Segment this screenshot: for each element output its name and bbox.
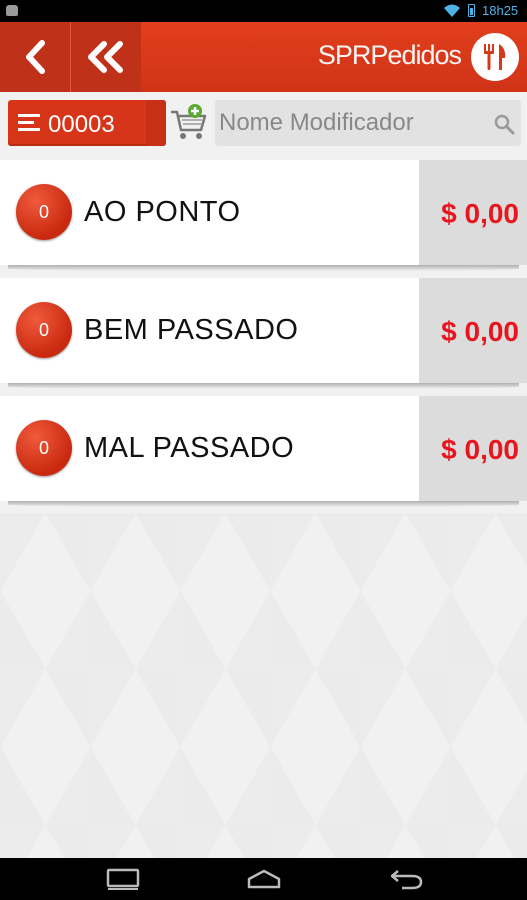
action-bar: SPRPedidos <box>0 22 527 92</box>
app-title: SPRPedidos <box>317 40 462 70</box>
system-nav-bar <box>0 858 527 900</box>
cart-add-icon[interactable] <box>169 104 209 142</box>
quantity-badge[interactable]: 0 <box>16 184 72 240</box>
quantity-badge[interactable]: 0 <box>16 302 72 358</box>
back-button[interactable] <box>0 22 71 92</box>
back-to-start-button[interactable] <box>71 22 141 92</box>
modifier-price: $ 0,00 <box>441 434 519 465</box>
order-button-edge <box>146 100 166 146</box>
recent-apps-icon[interactable] <box>106 867 140 891</box>
list-item[interactable]: 0 AO PONTO $ 0,00 <box>0 160 527 271</box>
quantity-badge[interactable]: 0 <box>16 420 72 476</box>
list-item[interactable]: 0 MAL PASSADO $ 0,00 <box>0 396 527 507</box>
modifier-price: $ 0,00 <box>441 316 519 347</box>
wifi-icon <box>444 4 460 17</box>
list-item[interactable]: 0 BEM PASSADO $ 0,00 <box>0 278 527 389</box>
status-bar: 18h25 <box>0 0 527 22</box>
order-number: 00003 <box>48 111 115 138</box>
modifier-price: $ 0,00 <box>441 198 519 229</box>
app-logo <box>471 33 519 81</box>
order-number-button[interactable]: 00003 <box>8 100 166 146</box>
fork-knife-icon <box>484 44 506 70</box>
menu-lines-icon <box>18 114 40 131</box>
price-cell: $ 0,00 <box>419 160 527 265</box>
clock: 18h25 <box>482 3 519 18</box>
battery-icon <box>468 4 475 17</box>
search-input[interactable] <box>219 100 489 146</box>
modifier-name: BEM PASSADO <box>84 314 299 346</box>
modifier-name: AO PONTO <box>84 196 241 228</box>
search-box <box>215 100 521 146</box>
home-icon[interactable] <box>246 867 282 891</box>
modifier-name: MAL PASSADO <box>84 432 295 464</box>
price-cell: $ 0,00 <box>419 278 527 383</box>
notification-icon <box>6 5 18 16</box>
back-nav-icon[interactable] <box>388 867 424 891</box>
search-icon[interactable] <box>493 113 515 135</box>
double-chevron-left-icon <box>88 41 123 73</box>
background-pattern <box>0 513 527 858</box>
chevron-left-icon <box>26 40 45 74</box>
price-cell: $ 0,00 <box>419 396 527 501</box>
order-toolbar: 00003 <box>0 92 527 154</box>
